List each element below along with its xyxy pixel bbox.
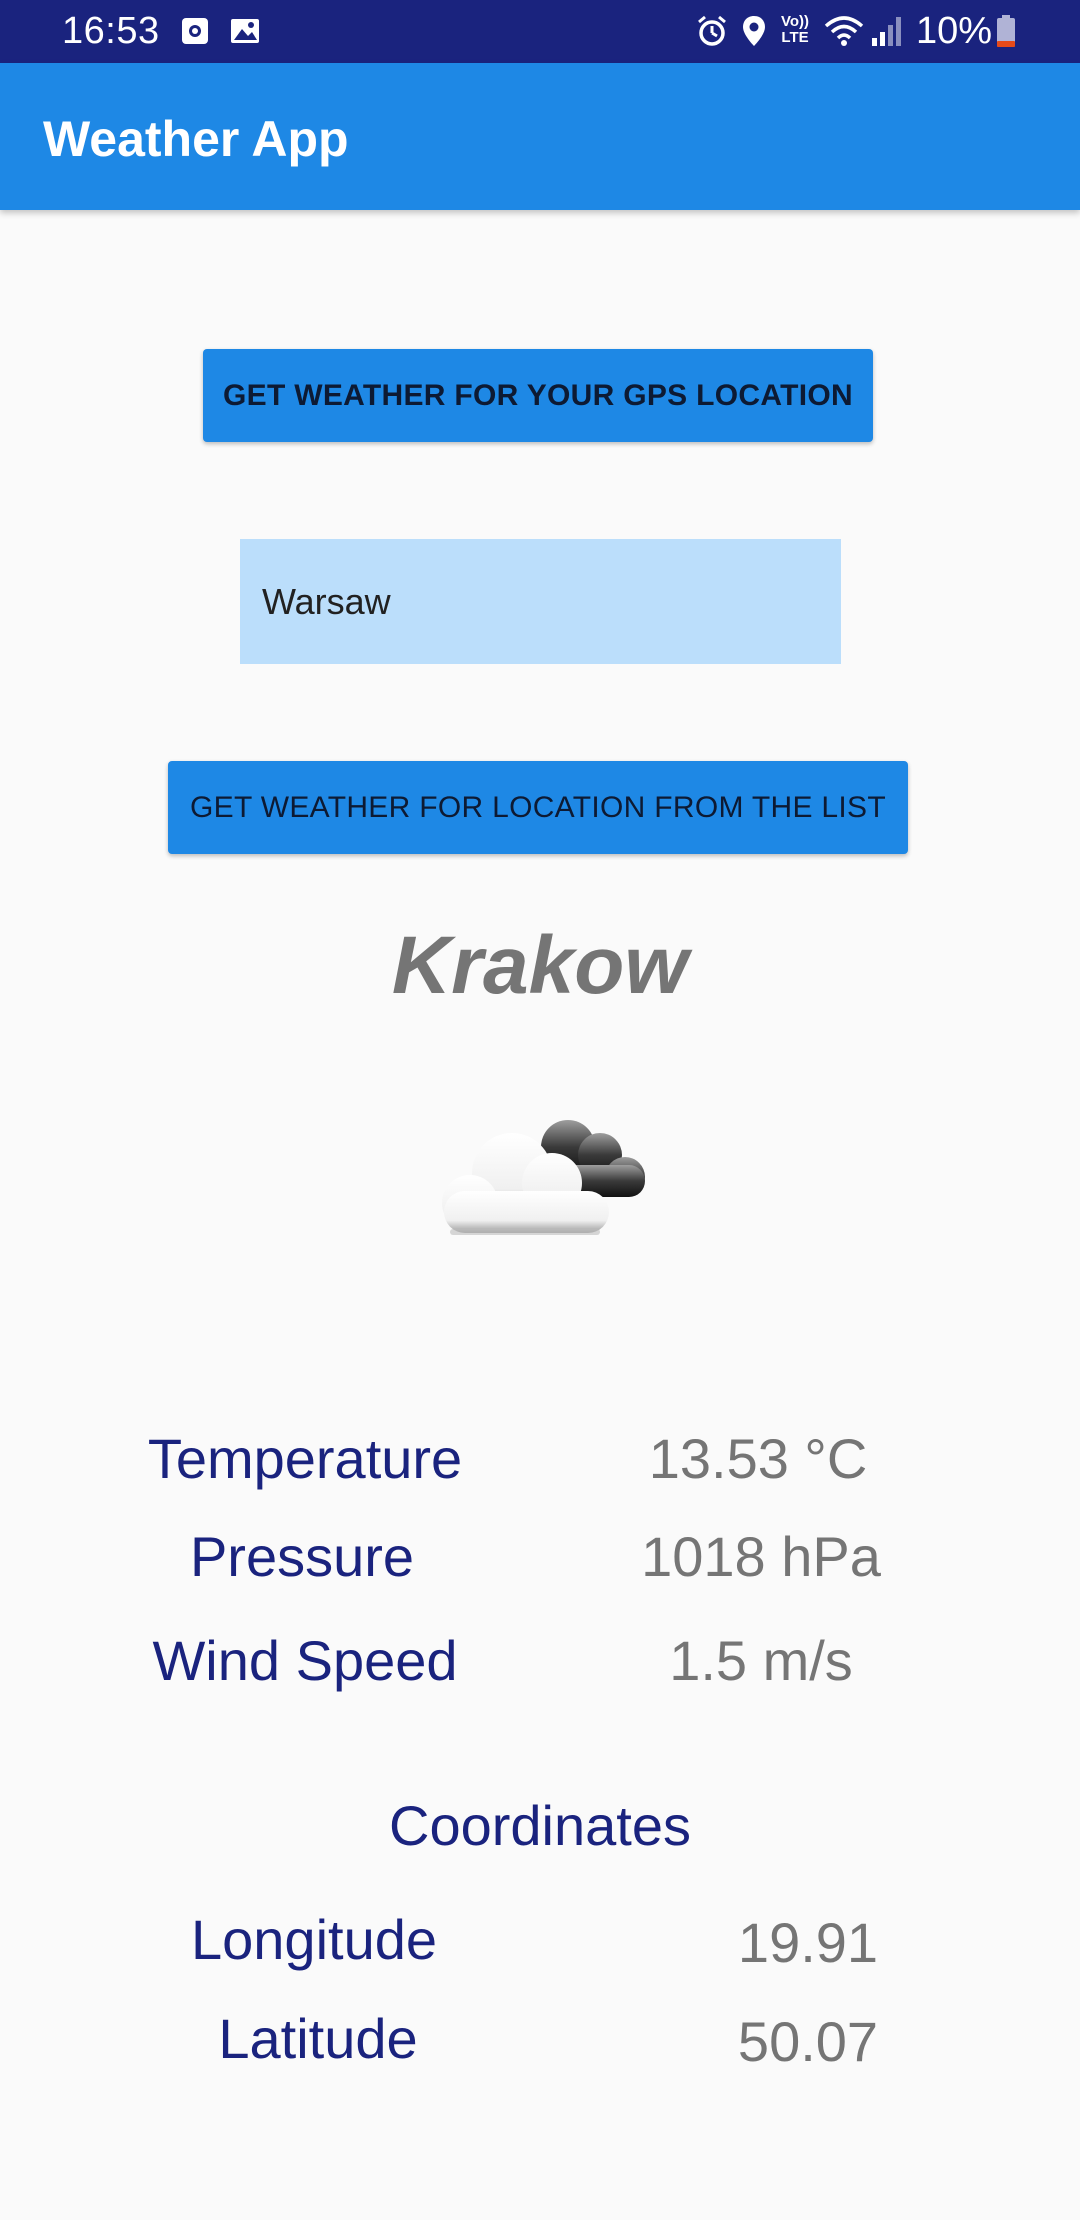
wind-speed-value: 1.5 m/s [669,1629,853,1692]
signal-icon [872,17,901,46]
alarm-icon [698,15,726,46]
temperature-value: 13.53 °C [648,1427,868,1490]
gallery-icon [231,19,259,43]
latitude-value: 50.07 [737,2010,879,2073]
pressure-label: Pressure [189,1525,415,1588]
wind-speed-label: Wind Speed [152,1629,458,1692]
battery-percent: 10% [916,10,993,52]
get-weather-from-list-button[interactable]: GET WEATHER FOR LOCATION FROM THE LIST [168,761,908,854]
location-icon [743,16,765,46]
city-selector-value: Warsaw [262,580,391,622]
status-time: 16:53 [62,10,160,52]
screen-record-icon [182,18,208,44]
latitude-label: Latitude [218,2007,418,2070]
longitude-value: 19.91 [737,1911,879,1974]
wifi-icon [824,16,864,46]
battery-icon [997,15,1015,47]
get-weather-gps-button[interactable]: GET WEATHER FOR YOUR GPS LOCATION [203,349,873,442]
city-selector[interactable]: Warsaw [240,539,841,664]
weather-app-screen: 16:53 Vo)) LTE 10% Weather App GET WEATH… [0,0,1080,2220]
city-name: Krakow [391,920,689,1011]
app-title: Weather App [43,111,349,167]
coordinates-title: Coordinates [389,1794,691,1857]
longitude-label: Longitude [190,1908,437,1971]
status-bar: 16:53 Vo)) LTE 10% [0,0,1080,63]
pressure-value: 1018 hPa [641,1525,881,1588]
app-bar: Weather App [0,63,1080,210]
volte-icon: Vo)) LTE [780,13,810,46]
temperature-label: Temperature [147,1427,463,1490]
partly-cloudy-icon [442,1120,645,1235]
